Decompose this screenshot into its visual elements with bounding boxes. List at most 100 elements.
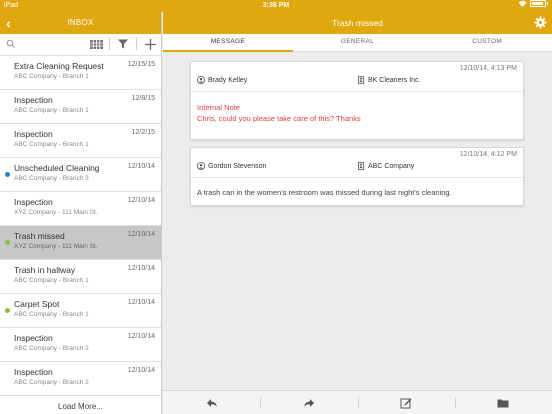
inbox-item-date: 12/10/14 xyxy=(127,197,155,204)
settings-icon[interactable] xyxy=(534,16,547,29)
inbox-item[interactable]: Trash missed XYZ Company - 111 Main St. 12… xyxy=(0,226,161,260)
inbox-header: ‹ INBOX xyxy=(0,12,161,34)
inbox-item[interactable]: Inspection XYZ Company - 111 Main St. 12/1… xyxy=(0,192,161,226)
unread-dot xyxy=(5,308,10,313)
message-text: Chris, could you please take care of thi… xyxy=(197,114,361,123)
unread-dot xyxy=(5,172,10,177)
inbox-item-location: ABC Company - Branch 1 xyxy=(14,311,89,318)
person-icon xyxy=(197,76,205,84)
inbox-list: Extra Cleaning Request ABC Company - Bran… xyxy=(0,56,161,396)
inbox-item[interactable]: Inspection ABC Company - Branch 2 12/10/14 xyxy=(0,362,161,396)
filter-button[interactable] xyxy=(116,38,130,50)
inbox-item-location: XYZ Company - 111 Main St. xyxy=(14,243,98,250)
folder-icon xyxy=(497,399,509,407)
message-text: A trash can in the women's restroom was … xyxy=(197,188,452,197)
load-more-button[interactable]: Load More... xyxy=(0,396,161,414)
inbox-item-location: ABC Company - Branch 1 xyxy=(14,141,89,148)
move-to-folder-button[interactable] xyxy=(454,391,552,414)
inbox-item-subject: Extra Cleaning Request xyxy=(14,61,104,71)
inbox-item-date: 12/10/14 xyxy=(127,299,155,306)
inbox-item-location: ABC Company - Branch 2 xyxy=(14,345,89,352)
inbox-item[interactable]: Unscheduled Cleaning ABC Company - Branch… xyxy=(0,158,161,192)
message-recipient: BK Cleaners Inc. xyxy=(357,76,421,84)
tool-divider xyxy=(136,38,137,50)
detail-title: Trash missed xyxy=(332,18,383,28)
unread-dot xyxy=(5,240,10,245)
filter-icon xyxy=(118,39,128,49)
list-tools xyxy=(89,38,157,50)
clock: 3:36 PM xyxy=(262,2,290,9)
inbox-item-location: XYZ Company - 111 Main St. xyxy=(14,209,98,216)
recipient-name: BK Cleaners Inc. xyxy=(368,76,421,84)
message-card[interactable]: 12/10/14, 4:12 PM Gordon Stevenson ABC C… xyxy=(190,147,524,206)
inbox-title: INBOX xyxy=(67,18,94,27)
message-sender: Brady Kelley xyxy=(197,76,247,84)
detail-tabs: MESSAGE GENERAL CUSTOM xyxy=(163,34,552,52)
compose-icon xyxy=(400,398,412,408)
person-icon xyxy=(197,162,205,170)
inbox-item-location: ABC Company - Branch 1 xyxy=(14,73,89,80)
inbox-item-subject: Inspection xyxy=(14,95,53,105)
battery-icon xyxy=(529,0,546,7)
inbox-item[interactable]: Inspection ABC Company - Branch 2 12/10/14 xyxy=(0,328,161,362)
inbox-item-location: ABC Company - Branch 3 xyxy=(14,175,89,182)
compose-button[interactable] xyxy=(357,391,455,414)
building-icon xyxy=(358,162,364,170)
card-divider xyxy=(191,177,523,178)
battery-tip xyxy=(546,2,548,5)
tab-general[interactable]: GENERAL xyxy=(293,34,423,51)
inbox-item-subject: Inspection xyxy=(14,333,53,343)
sender-name: Gordon Stevenson xyxy=(208,162,267,170)
inbox-item-subject: Inspection xyxy=(14,129,53,139)
tab-message[interactable]: MESSAGE xyxy=(163,34,293,52)
inbox-item-subject: Trash missed xyxy=(14,231,65,241)
battery-indicator xyxy=(518,0,548,7)
forward-icon xyxy=(303,398,314,407)
inbox-item-subject: Inspection xyxy=(14,197,53,207)
recipient-name: ABC Company xyxy=(368,162,415,170)
message-sender: Gordon Stevenson xyxy=(197,162,266,170)
inbox-item-date: 12/10/14 xyxy=(127,163,155,170)
inbox-item-date: 12/10/14 xyxy=(127,333,155,340)
sender-name: Brady Kelley xyxy=(208,76,248,84)
search-bar xyxy=(0,34,161,56)
inbox-item-subject: Inspection xyxy=(14,367,53,377)
inbox-item-subject: Carpet Spot xyxy=(14,299,60,309)
reply-button[interactable] xyxy=(163,391,260,414)
inbox-item-location: ABC Company - Branch 1 xyxy=(14,107,89,114)
reply-icon xyxy=(206,398,217,407)
wifi-icon xyxy=(518,0,526,7)
message-card[interactable]: 12/10/14, 4:13 PM Brady Kelley BK Cleane… xyxy=(190,61,524,140)
inbox-item[interactable]: Inspection ABC Company - Branch 1 12/8/15 xyxy=(0,90,161,124)
tab-custom[interactable]: CUSTOM xyxy=(422,34,552,51)
status-bar: iPad 3:36 PM xyxy=(0,0,552,12)
detail-header: Trash missed xyxy=(163,12,552,34)
app-window: iPad 3:36 PM ‹ INBOX Extra Cleaning Requ… xyxy=(0,0,552,414)
add-button[interactable] xyxy=(143,38,157,50)
detail-panel: Trash missed MESSAGE GENERAL CUSTOM 12/1… xyxy=(163,12,552,414)
inbox-item[interactable]: Extra Cleaning Request ABC Company - Bran… xyxy=(0,56,161,90)
grid-icon xyxy=(89,39,103,49)
inbox-item-date: 12/8/15 xyxy=(131,95,155,102)
message-meta: Brady Kelley BK Cleaners Inc. xyxy=(197,76,517,88)
inbox-item-location: ABC Company - Branch 2 xyxy=(14,379,89,386)
search-icon[interactable] xyxy=(6,39,16,49)
inbox-item[interactable]: Carpet Spot ABC Company - Branch 1 12/10/1… xyxy=(0,294,161,328)
inbox-item-date: 12/2/15 xyxy=(131,129,155,136)
inbox-item-subject: Trash in hallway xyxy=(14,265,76,275)
inbox-item-date: 12/10/14 xyxy=(127,231,155,238)
inbox-item-subject: Unscheduled Cleaning xyxy=(14,163,100,173)
inbox-item-date: 12/10/14 xyxy=(127,265,155,272)
grid-view-button[interactable] xyxy=(89,38,103,50)
building-icon xyxy=(358,76,364,84)
inbox-item[interactable]: Inspection ABC Company - Branch 1 12/2/15 xyxy=(0,124,161,158)
inbox-item-date: 12/15/15 xyxy=(127,61,155,68)
inbox-item[interactable]: Trash in hallway ABC Company - Branch 1 12… xyxy=(0,260,161,294)
forward-button[interactable] xyxy=(260,391,357,414)
card-divider xyxy=(191,91,523,92)
inbox-panel: ‹ INBOX Extra Cleaning Request ABC Compa… xyxy=(0,12,162,414)
internal-note-label: Internal Note xyxy=(197,103,240,112)
inbox-item-location: ABC Company - Branch 1 xyxy=(14,277,89,284)
message-recipient: ABC Company xyxy=(357,162,414,170)
message-meta: Gordon Stevenson ABC Company xyxy=(197,162,517,174)
